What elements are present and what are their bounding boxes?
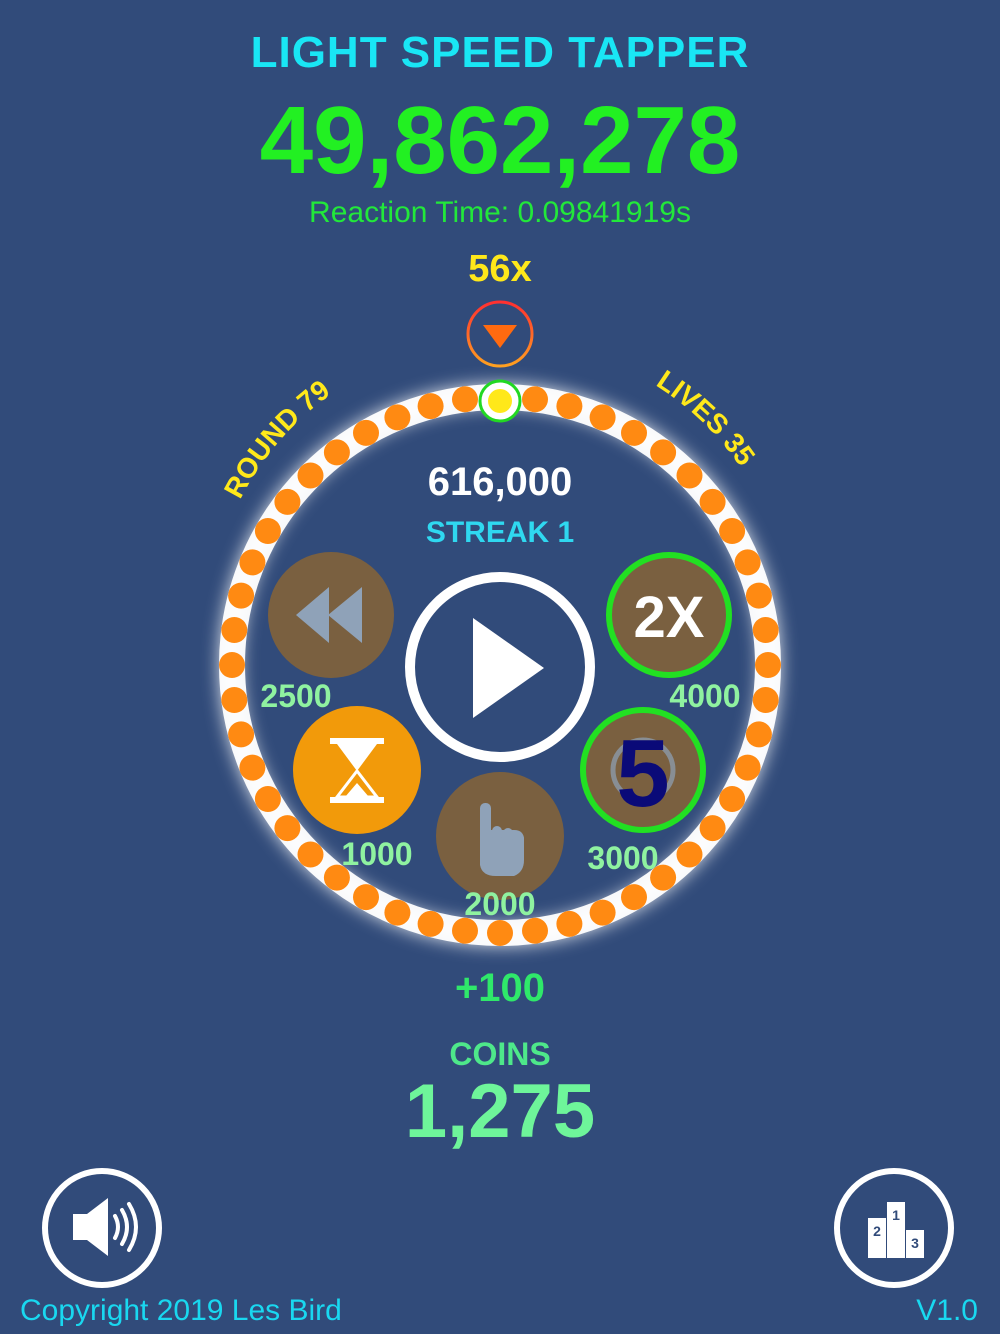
round-score: 616,000 [427, 460, 573, 504]
ring-dot [745, 721, 772, 748]
ring-dot [621, 884, 647, 911]
ring-dot [221, 617, 248, 643]
ring-dot [589, 404, 616, 431]
ring-dot [417, 393, 444, 420]
podium-icon: 2 1 3 [868, 1202, 924, 1258]
ring-dot [755, 652, 781, 678]
ring-dot [487, 920, 513, 946]
ring-dot [353, 884, 379, 911]
version: V1.0 [916, 1294, 978, 1327]
ring-dot [384, 899, 411, 926]
play-button[interactable] [405, 572, 595, 762]
sound-button[interactable] [42, 1168, 162, 1288]
ring-dot [274, 815, 301, 842]
ring-dot [452, 386, 478, 413]
target-pointer [466, 300, 534, 368]
ring-dot [556, 393, 583, 420]
streak: STREAK 1 [425, 516, 575, 549]
tap-cost: 2000 [464, 886, 536, 922]
ring-dot [734, 549, 761, 576]
double-powerup-button[interactable]: 2X [606, 552, 732, 678]
ring-dot [522, 386, 548, 413]
tap-powerup-button[interactable] [436, 772, 564, 900]
ring-dot [621, 419, 647, 446]
bonus-points: +100 [454, 966, 546, 1010]
hourglass-cost: 1000 [341, 836, 413, 872]
ring-dot [589, 899, 616, 926]
countdown-cost: 3000 [587, 840, 659, 876]
ring-dot [254, 786, 281, 812]
ring-dot [699, 815, 726, 842]
ring-dot [556, 910, 583, 937]
countdown-powerup-button[interactable]: 5 [580, 707, 706, 833]
ring-dot [719, 786, 746, 812]
ring-dot [734, 754, 761, 781]
svg-text:2: 2 [873, 1223, 881, 1239]
ring-dot [752, 617, 779, 643]
rewind-powerup-button[interactable] [268, 552, 394, 678]
ring-dot [228, 582, 255, 609]
double-label: 2X [634, 585, 705, 650]
svg-text:3: 3 [911, 1235, 919, 1251]
ring-dot [384, 404, 411, 431]
rewind-cost: 2500 [260, 678, 332, 714]
ring-dot [228, 721, 255, 748]
svg-text:1: 1 [892, 1207, 900, 1223]
ring-dot [353, 419, 379, 446]
double-cost: 4000 [669, 678, 741, 714]
coins-value: 1,275 [404, 1069, 596, 1154]
leaderboard-button[interactable]: 2 1 3 [834, 1168, 954, 1288]
countdown-label: 5 [616, 720, 669, 827]
ring-dot [239, 549, 266, 576]
ring-dot [745, 582, 772, 609]
ring-dot [239, 754, 266, 781]
speaker-icon [73, 1198, 138, 1256]
copyright: Copyright 2019 Les Bird [20, 1294, 342, 1327]
hourglass-powerup-button[interactable] [293, 706, 421, 834]
ring-dot [219, 652, 245, 678]
